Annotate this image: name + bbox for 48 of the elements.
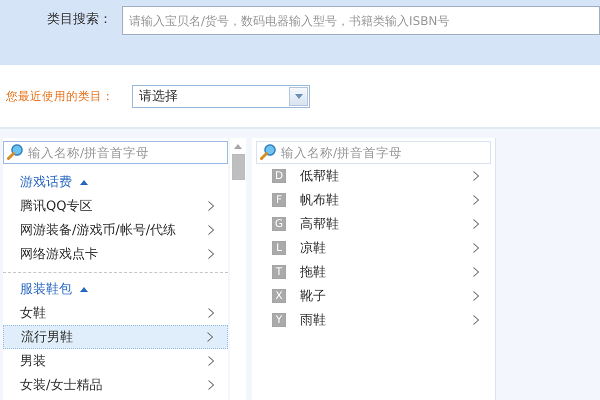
subcategory-item[interactable]: F 帆布鞋: [252, 188, 495, 212]
chevron-right-icon: [473, 315, 479, 325]
chevron-right-icon: [207, 332, 213, 342]
collapse-arrow-icon[interactable]: [80, 286, 88, 292]
scroll-thumb[interactable]: [232, 154, 244, 180]
dropdown-arrow-icon: [294, 94, 302, 98]
chevron-right-icon: [473, 171, 479, 181]
chevron-right-icon: [208, 201, 214, 211]
subcategory-item[interactable]: Y 雨鞋: [252, 308, 495, 332]
scrollbar[interactable]: [230, 138, 246, 400]
category-select[interactable]: 请选择: [132, 84, 310, 108]
group-title[interactable]: 游戏话费: [20, 173, 72, 191]
chevron-right-icon: [473, 267, 479, 277]
collapse-arrow-icon[interactable]: [80, 180, 88, 184]
subcategory-item[interactable]: T 拖鞋: [252, 260, 495, 284]
subcategory-item[interactable]: D 低帮鞋: [252, 164, 495, 188]
subcategory-item[interactable]: X 靴子: [252, 284, 495, 308]
category-item[interactable]: 男装: [3, 349, 228, 373]
filter-field[interactable]: 输入名称/拼音首字母: [3, 141, 228, 164]
category-item[interactable]: 女鞋: [3, 301, 228, 325]
letter-badge: Y: [272, 313, 286, 327]
category-item[interactable]: 腾讯QQ专区: [3, 194, 228, 218]
chevron-right-icon: [473, 291, 479, 301]
subcategory-item[interactable]: L 凉鞋: [252, 236, 495, 260]
letter-badge: L: [272, 241, 286, 255]
chevron-right-icon: [473, 195, 479, 205]
letter-badge: G: [272, 217, 286, 231]
letter-badge: X: [272, 289, 286, 303]
letter-badge: D: [272, 169, 286, 183]
group-title[interactable]: 服装鞋包: [20, 280, 72, 298]
recent-label: 您最近使用的类目：: [5, 88, 115, 105]
chevron-right-icon: [208, 249, 214, 259]
search-field[interactable]: 请输入宝贝名/货号，数码电器输入型号，书籍类输入ISBN号: [122, 6, 600, 35]
chevron-right-icon: [473, 219, 479, 229]
chevron-right-icon: [208, 308, 214, 318]
chevron-right-icon: [208, 380, 214, 390]
chevron-right-icon: [208, 356, 214, 366]
category-item[interactable]: 网络游戏点卡: [3, 242, 228, 266]
subcategory-item[interactable]: G 高帮鞋: [252, 212, 495, 236]
chevron-right-icon: [473, 243, 479, 253]
category-item[interactable]: 网游装备/游戏币/帐号/代练: [3, 218, 228, 242]
category-item[interactable]: 女装/女士精品: [3, 373, 228, 397]
search-label: 类目搜索：: [46, 11, 113, 29]
letter-badge: T: [272, 265, 286, 279]
scroll-up-icon[interactable]: [234, 144, 242, 149]
category-item[interactable]: 流行男鞋: [3, 325, 228, 349]
chevron-right-icon: [208, 225, 214, 235]
letter-badge: F: [272, 193, 286, 207]
